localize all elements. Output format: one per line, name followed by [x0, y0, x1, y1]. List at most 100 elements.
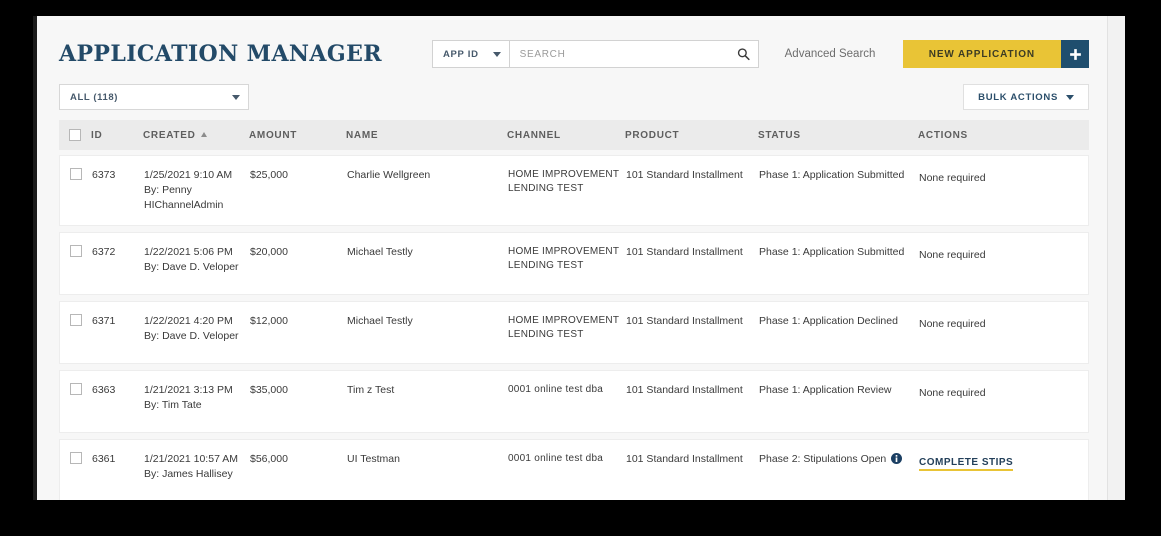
table-body: 6373 1/25/2021 9:10 AM By: Penny HIChannel…	[59, 155, 1089, 500]
table-row[interactable]: 6373 1/25/2021 9:10 AM By: Penny HIChannel…	[59, 155, 1089, 226]
search-field-wrapper	[509, 41, 758, 67]
cell-channel: HOME IMPROVEMENT LENDING TEST	[508, 169, 620, 195]
advanced-search-link[interactable]: Advanced Search	[785, 48, 876, 60]
cell-name: Tim z Test	[347, 383, 395, 396]
info-icon[interactable]	[891, 452, 903, 464]
cell-status: Phase 1: Application Declined	[759, 314, 919, 329]
cell-channel: 0001 online test dba	[508, 452, 604, 464]
table-row[interactable]: 6361 1/21/2021 10:57 AM By: James Hallisey…	[59, 438, 1089, 500]
status-text: Phase 1: Application Review	[759, 383, 892, 396]
cell-id: 6372	[92, 245, 116, 258]
filter-bar: ALL (118) BULK ACTIONS	[59, 78, 1089, 120]
created-by: By: Dave D. Veloper	[144, 260, 239, 273]
cell-created: 1/22/2021 5:06 PM By: Dave D. Veloper	[144, 245, 250, 275]
column-header-created[interactable]: CREATED	[143, 130, 249, 141]
cell-actions: None required	[919, 168, 1088, 186]
table-row[interactable]: 6372 1/22/2021 5:06 PM By: Dave D. Veloper…	[59, 231, 1089, 295]
cell-actions: None required	[919, 314, 1088, 332]
table-row[interactable]: 6363 1/21/2021 3:13 PM By: Tim Tate $35,000…	[59, 369, 1089, 433]
created-by: By: Tim Tate	[144, 398, 202, 411]
header-actions: NEW APPLICATION	[902, 40, 1089, 68]
search-scope-dropdown[interactable]: APP ID	[433, 41, 510, 67]
cell-name: Charlie Wellgreen	[347, 169, 431, 181]
cell-created: 1/21/2021 3:13 PM By: Tim Tate	[144, 383, 250, 413]
new-application-button[interactable]: NEW APPLICATION	[902, 40, 1061, 68]
cell-product: 101 Standard Installment	[626, 383, 743, 396]
row-select-checkbox[interactable]	[70, 451, 82, 464]
cell-name: UI Testman	[347, 452, 400, 465]
cell-id: 6373	[92, 169, 116, 181]
search-icon[interactable]	[737, 48, 750, 61]
cell-product: 101 Standard Installment	[626, 314, 743, 327]
add-plus-button[interactable]	[1061, 40, 1089, 68]
status-text: Phase 1: Application Submitted	[759, 169, 905, 181]
created-date: 1/22/2021 5:06 PM	[144, 245, 233, 258]
column-header-id[interactable]: ID	[91, 130, 143, 141]
application-manager-page: APPLICATION MANAGER APP ID SEARCH Advanc…	[33, 16, 1125, 500]
row-select-cell	[60, 382, 92, 395]
column-header-actions: ACTIONS	[918, 129, 968, 141]
status-filter-dropdown[interactable]: ALL (118)	[59, 84, 249, 110]
chevron-down-icon	[492, 51, 501, 57]
cell-created: 1/21/2021 10:57 AM By: James Hallisey	[144, 452, 250, 482]
column-header-product[interactable]: PRODUCT	[625, 130, 758, 141]
sort-ascending-icon	[200, 132, 207, 138]
column-header-name[interactable]: NAME	[346, 130, 507, 141]
page-content: APPLICATION MANAGER APP ID SEARCH Advanc…	[37, 16, 1111, 500]
bulk-actions-button[interactable]: BULK ACTIONS	[963, 84, 1089, 110]
row-select-checkbox[interactable]	[70, 313, 82, 326]
complete-stips-link[interactable]: COMPLETE STIPS	[919, 457, 1014, 471]
cell-product: 101 Standard Installment	[626, 452, 743, 465]
bulk-actions-label: BULK ACTIONS	[978, 91, 1058, 103]
cell-amount: $56,000	[250, 452, 288, 465]
cell-id: 6361	[92, 452, 116, 465]
screen: APPLICATION MANAGER APP ID SEARCH Advanc…	[0, 0, 1161, 536]
cell-id: 6371	[92, 314, 116, 327]
created-date: 1/21/2021 3:13 PM	[144, 383, 233, 396]
cell-product: 101 Standard Installment	[626, 245, 743, 258]
page-title: APPLICATION MANAGER	[59, 41, 382, 67]
created-by: By: Penny HIChannelAdmin	[144, 183, 224, 211]
chevron-down-icon	[232, 94, 240, 100]
action-text: None required	[919, 386, 986, 399]
status-text: Phase 1: Application Submitted	[759, 245, 905, 258]
status-text: Phase 2: Stipulations Open	[759, 452, 887, 465]
cell-channel: HOME IMPROVEMENT LENDING TEST	[508, 245, 620, 271]
action-text: None required	[919, 317, 986, 330]
cell-amount: $35,000	[250, 383, 288, 396]
search-bar: APP ID	[431, 40, 759, 68]
cell-name: Michael Testly	[347, 314, 413, 327]
search-input[interactable]	[509, 41, 758, 67]
cell-name: Michael Testly	[347, 245, 413, 258]
cell-status: Phase 2: Stipulations Open	[759, 452, 919, 467]
action-text: None required	[919, 248, 986, 261]
created-date: 1/21/2021 10:57 AM	[144, 452, 238, 465]
column-header-status[interactable]: STATUS	[758, 130, 918, 141]
table-row[interactable]: 6371 1/22/2021 4:20 PM By: Dave D. Veloper…	[59, 300, 1089, 364]
column-header-created-label: CREATED	[143, 129, 196, 141]
select-all-checkbox[interactable]	[69, 129, 81, 141]
created-date: 1/22/2021 4:20 PM	[144, 314, 233, 327]
cell-status: Phase 1: Application Review	[759, 383, 919, 398]
cell-amount: $25,000	[250, 169, 288, 181]
created-by: By: Dave D. Veloper	[144, 329, 239, 342]
cell-product: 101 Standard Installment	[626, 169, 743, 181]
column-header-amount[interactable]: AMOUNT	[249, 130, 346, 141]
row-select-checkbox[interactable]	[70, 382, 82, 395]
cell-actions: None required	[919, 245, 1088, 263]
table-header-row: ID CREATED AMOUNT NAME CHANNEL PRODUCT S…	[59, 120, 1089, 150]
column-header-channel[interactable]: CHANNEL	[507, 130, 625, 141]
search-scope-label: APP ID	[442, 48, 479, 60]
cell-id: 6363	[92, 383, 116, 396]
status-text: Phase 1: Application Declined	[759, 314, 898, 327]
cell-created: 1/22/2021 4:20 PM By: Dave D. Veloper	[144, 314, 250, 344]
vertical-scrollbar[interactable]	[1107, 16, 1125, 500]
select-all-cell	[59, 129, 91, 141]
row-select-checkbox[interactable]	[70, 244, 82, 257]
row-select-checkbox[interactable]	[70, 168, 82, 180]
cell-status: Phase 1: Application Submitted	[759, 168, 919, 183]
cell-amount: $12,000	[250, 314, 288, 327]
row-select-cell	[60, 244, 92, 257]
chevron-down-icon	[1066, 94, 1074, 100]
page-header: APPLICATION MANAGER APP ID SEARCH Advanc…	[59, 16, 1089, 78]
